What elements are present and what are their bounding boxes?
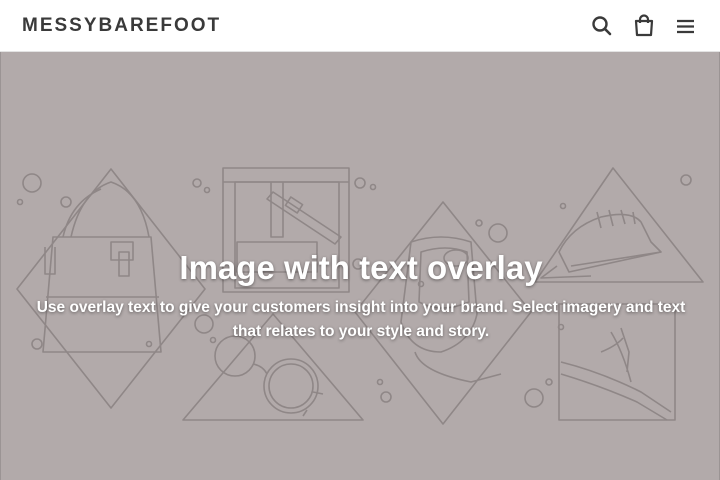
cart-icon xyxy=(634,14,654,37)
search-button[interactable] xyxy=(589,13,615,39)
menu-icon xyxy=(677,19,694,34)
site-header: MESSYBAREFOOT xyxy=(0,0,720,52)
image-with-text-overlay-section: Image with text overlay Use overlay text… xyxy=(0,52,720,480)
site-logo[interactable]: MESSYBAREFOOT xyxy=(22,14,221,38)
hero-subtitle: Use overlay text to give your customers … xyxy=(36,299,686,340)
hero-title: Image with text overlay xyxy=(179,249,543,286)
hero-text-block: Image with text overlay Use overlay text… xyxy=(1,248,719,344)
search-icon xyxy=(592,16,612,36)
menu-button[interactable] xyxy=(673,13,699,39)
cart-button[interactable] xyxy=(631,13,657,39)
